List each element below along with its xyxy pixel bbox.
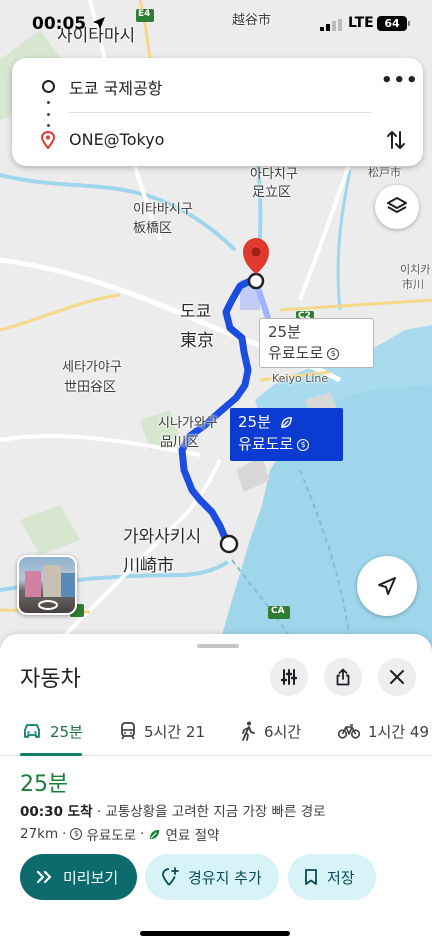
map-label-kawasaki-ja: 川崎市	[123, 556, 174, 576]
active-tab-indicator	[20, 753, 82, 756]
map-label-tokyo-ko: 도쿄	[180, 302, 212, 322]
route-options-button[interactable]	[270, 658, 308, 696]
destination-field[interactable]: ONE@Tokyo	[69, 130, 164, 149]
map-label-ichikawa-ja: 市川	[402, 278, 424, 291]
home-indicator[interactable]	[140, 931, 290, 936]
more-options-button[interactable]: •••	[381, 72, 418, 96]
destination-pin-icon	[41, 131, 55, 149]
tab-transit-label: 5시간 21	[144, 722, 205, 741]
tune-icon	[280, 669, 298, 685]
battery-indicator: 64	[377, 16, 407, 31]
shield-ca: CA	[271, 606, 285, 616]
detail-separator: ·	[140, 826, 145, 842]
route-duration: 25분	[20, 772, 69, 797]
map-label-matsudo: 松戸市	[368, 166, 401, 179]
origin-circle-icon	[42, 80, 55, 93]
start-navigation-button[interactable]	[357, 556, 417, 616]
swap-direction-icon[interactable]	[385, 128, 407, 152]
tab-transit[interactable]: 5시간 21	[120, 716, 205, 746]
selected-route-callout[interactable]: 25분 유료도로 $	[230, 408, 343, 461]
street-view-thumbnail[interactable]	[17, 555, 77, 615]
map-label-keiyo-line: Keiyo Line	[272, 372, 329, 385]
close-button[interactable]	[378, 658, 416, 696]
alternate-route-note: 유료도로	[268, 344, 324, 362]
add-waypoint-label: 경유지 추가	[188, 868, 262, 887]
map-label-adachi-ja: 足立区	[252, 185, 292, 200]
share-icon	[336, 668, 350, 686]
preview-button-label: 미리보기	[63, 868, 119, 887]
navigation-arrow-icon	[378, 577, 396, 595]
selected-route-note: 유료도로	[238, 435, 294, 453]
map-label-itabashi-ja: 板橋区	[133, 221, 173, 236]
layers-icon	[387, 197, 407, 213]
map-label-setagaya-ko: 세타가야구	[62, 360, 122, 375]
signal-icon	[320, 19, 342, 31]
arrival-info: 00:30 도착 · 교통상황을 고려한 지금 가장 빠른 경로	[20, 800, 326, 820]
route-distance: 27km	[20, 826, 59, 842]
car-icon	[24, 724, 40, 738]
bike-icon	[338, 724, 360, 739]
share-button[interactable]	[324, 658, 362, 696]
arrival-note: · 교통상황을 고려한 지금 가장 빠른 경로	[96, 804, 326, 820]
selected-route-time: 25분	[238, 413, 271, 431]
map-label-itabashi-ko: 이타바시구	[133, 202, 193, 217]
save-button[interactable]: 저장	[288, 854, 376, 900]
map-label-tokyo-ja: 東京	[180, 331, 214, 351]
tab-driving-label: 25분	[50, 722, 83, 741]
close-icon	[390, 670, 404, 684]
tab-walking-label: 6시간	[264, 722, 302, 741]
transit-icon	[121, 722, 135, 740]
toll-icon: $	[70, 828, 83, 840]
rotate-360-icon	[38, 600, 58, 610]
eco-leaf-icon	[280, 417, 292, 428]
fuel-saving-leaf-icon	[150, 829, 160, 839]
tab-cycling[interactable]: 1시간 49	[338, 716, 429, 746]
origin-field[interactable]: 도쿄 국제공항	[69, 75, 162, 99]
sheet-drag-handle[interactable]	[197, 644, 239, 648]
google-maps-directions-screen: E4 C2 CA 사이타마시 越谷市 아다치구 足立区 松戸市 이타바시구 板橋…	[0, 0, 432, 940]
origin-marker	[219, 534, 239, 554]
status-bar: 00:05 LTE 64	[0, 0, 432, 46]
location-arrow-icon	[93, 17, 105, 29]
bookmark-icon	[305, 869, 317, 885]
travel-mode-tabs: 25분 5시간 21 6시간 1시간 49	[0, 706, 432, 756]
route-dots-icon	[47, 101, 50, 127]
alternate-route-time: 25분	[268, 323, 301, 341]
arrival-time: 00:30 도착	[20, 804, 93, 820]
map-label-kawasaki-ko: 가와사키시	[123, 527, 202, 547]
walk-icon	[242, 721, 255, 741]
fuel-label: 연료 절약	[165, 828, 220, 844]
tab-driving[interactable]: 25분	[22, 716, 83, 746]
tab-walking[interactable]: 6시간	[240, 716, 301, 746]
alternate-route-callout[interactable]: 25분 유료도로 $	[259, 318, 374, 368]
preview-button[interactable]: 미리보기	[20, 854, 137, 900]
network-type: LTE	[348, 15, 374, 31]
map-label-shinagawa-ja: 品川区	[160, 435, 200, 450]
travel-mode-title: 자동차	[20, 667, 81, 692]
map-label-setagaya-ja: 世田谷区	[64, 380, 117, 395]
double-chevron-icon	[36, 870, 52, 884]
directions-bottom-sheet: 자동차 25분 5시간 21 6시간 1시간 49 25분 00:30 도착 ·…	[0, 634, 432, 940]
toll-icon: $	[327, 347, 340, 360]
route-input-card: 도쿄 국제공항 ONE@Tokyo •••	[12, 58, 423, 166]
map-label-ichikawa-ko: 이치카	[400, 263, 431, 276]
map-label-adachi-ko: 아다치구	[250, 167, 298, 182]
route-details: 27km · $ 유료도로 · 연료 절약	[20, 824, 219, 844]
add-location-icon	[162, 867, 179, 886]
tab-cycling-label: 1시간 49	[368, 722, 429, 741]
toll-label: 유료도로	[86, 828, 137, 844]
map-label-shinagawa-ko: 시나가와구	[158, 416, 218, 431]
save-button-label: 저장	[327, 868, 355, 887]
layers-button[interactable]	[375, 185, 419, 229]
detail-separator: ·	[62, 826, 67, 842]
toll-icon: $	[297, 438, 310, 451]
add-waypoint-button[interactable]: 경유지 추가	[145, 854, 279, 900]
status-time: 00:05	[32, 14, 87, 34]
